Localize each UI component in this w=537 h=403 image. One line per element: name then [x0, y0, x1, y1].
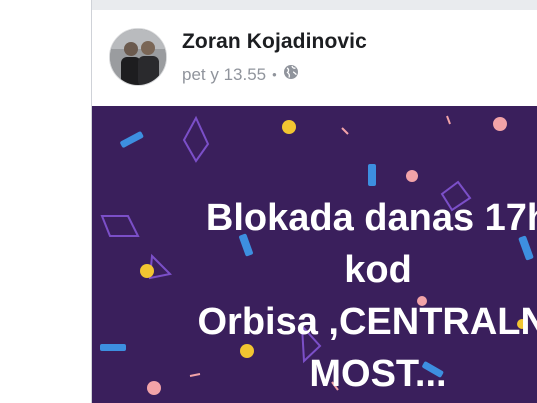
post-meta: pet у 13.55 • [182, 64, 299, 85]
globe-icon[interactable] [283, 64, 299, 85]
author-avatar[interactable] [109, 28, 167, 86]
author-name[interactable]: Zoran Kojadinovic [182, 30, 367, 54]
post-image-line-4: MOST... [309, 353, 447, 395]
post-image-line-2: kod [344, 249, 412, 291]
post-image[interactable]: Blokada danas 17h kod Orbisa ,CENTRALNI … [92, 106, 537, 403]
post-image-text: Blokada danas 17h kod Orbisa ,CENTRALNI … [168, 192, 537, 400]
feed-separator [92, 0, 537, 10]
feed-post: Zoran Kojadinovic pet у 13.55 • Blokada … [92, 10, 537, 403]
meta-separator: • [272, 67, 277, 82]
post-timestamp[interactable]: pet у 13.55 [182, 65, 266, 85]
page-left-margin [0, 0, 92, 403]
post-image-line-3: Orbisa ,CENTRALNI [197, 301, 537, 343]
post-image-line-1: Blokada danas 17h [205, 197, 537, 239]
